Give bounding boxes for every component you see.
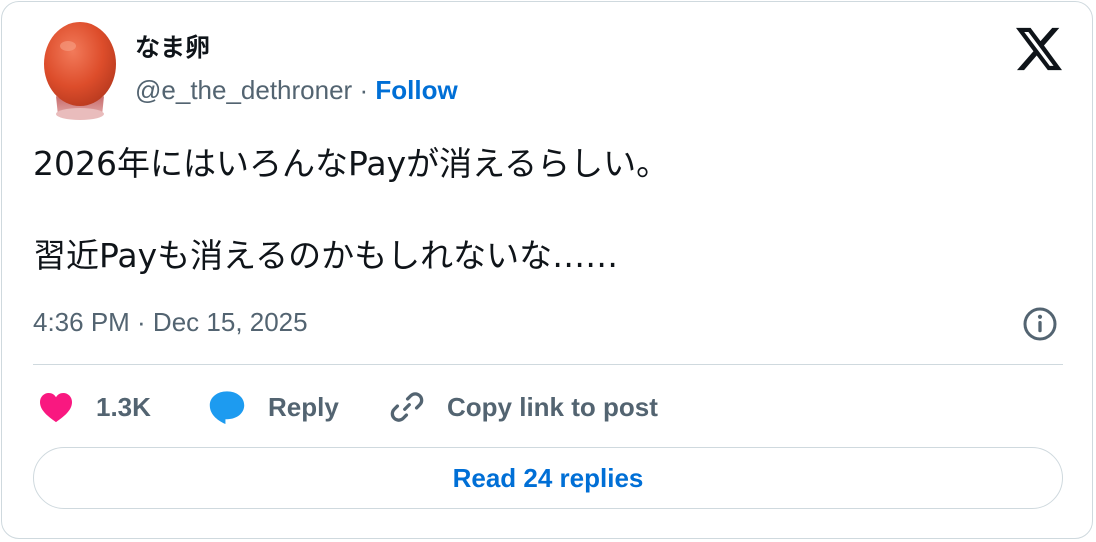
tweet-timestamp[interactable]: 4:36 PM · Dec 15, 2025 <box>33 304 308 340</box>
speech-bubble-icon <box>209 391 245 425</box>
handle-separator: · <box>359 75 369 105</box>
divider <box>33 364 1063 365</box>
author-handle-row: @e_the_dethroner · Follow <box>135 72 458 108</box>
copy-link-button[interactable]: Copy link to post <box>389 386 658 428</box>
avatar[interactable] <box>36 16 124 124</box>
author-handle[interactable]: @e_the_dethroner <box>135 75 352 105</box>
reply-label: Reply <box>268 391 339 422</box>
like-count: 1.3K <box>96 391 151 422</box>
author-display-name[interactable]: なま卵 <box>135 30 210 66</box>
info-icon[interactable] <box>1022 306 1058 342</box>
reply-button[interactable]: Reply <box>208 386 339 428</box>
follow-button[interactable]: Follow <box>375 75 457 105</box>
like-button[interactable]: 1.3K <box>38 386 151 428</box>
link-icon <box>390 392 424 422</box>
copy-link-label: Copy link to post <box>447 391 658 422</box>
tweet-text: 2026年にはいろんなPayが消えるらしい。 習近Payも消えるのかもしれないな… <box>33 140 1033 280</box>
read-replies-button[interactable]: Read 24 replies <box>33 447 1063 509</box>
x-logo-icon[interactable] <box>1016 27 1062 71</box>
tweet-line: 習近Payも消えるのかもしれないな…… <box>33 236 619 275</box>
heart-icon <box>40 393 72 423</box>
tweet-line: 2026年にはいろんなPayが消えるらしい。 <box>33 144 670 183</box>
